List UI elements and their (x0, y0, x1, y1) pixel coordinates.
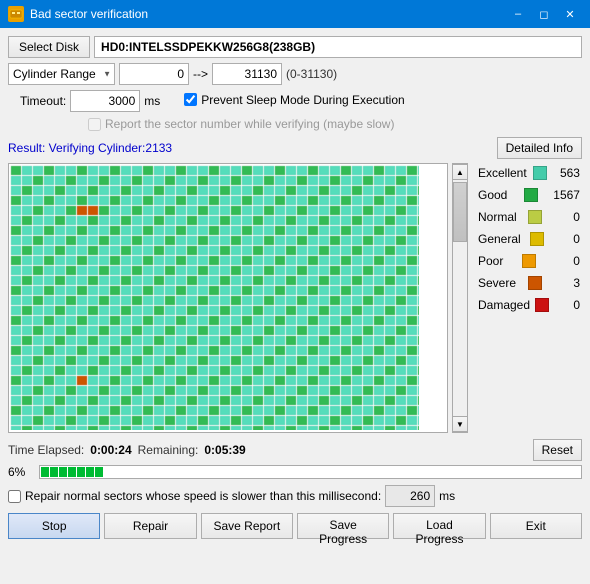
legend-count: 0 (550, 254, 580, 268)
legend-label: Severe (478, 276, 516, 290)
legend-color-box (522, 254, 536, 268)
progress-segment (77, 467, 85, 477)
progress-segment (50, 467, 58, 477)
legend-count: 563 (550, 166, 580, 180)
legend-item: Excellent 563 (476, 163, 582, 183)
legend-color-box (528, 276, 542, 290)
scroll-down-arrow[interactable]: ▼ (452, 416, 468, 432)
range-info: (0-31130) (286, 67, 337, 81)
progress-segment (86, 467, 94, 477)
scrollbar[interactable]: ▲ ▼ (452, 163, 468, 433)
sector-grid-container (8, 163, 448, 433)
report-sector-checkbox[interactable] (88, 118, 101, 131)
exit-button[interactable]: Exit (490, 513, 582, 539)
timeout-row: Timeout: ms Prevent Sleep Mode During Ex… (8, 90, 582, 112)
legend-item: General 0 (476, 229, 582, 249)
legend-count: 0 (550, 232, 580, 246)
cylinder-range-select[interactable]: Cylinder Range (8, 63, 115, 85)
load-progress-button[interactable]: Load Progress (393, 513, 485, 539)
report-sector-label: Report the sector number while verifying… (105, 117, 394, 131)
remaining-value: 0:05:39 (204, 443, 245, 457)
result-text: Result: Verifying Cylinder:2133 (8, 141, 172, 155)
progress-bar-inner (41, 467, 580, 477)
repair-ms-input[interactable] (385, 485, 435, 507)
title-bar-left: Bad sector verification (8, 6, 148, 22)
progress-bar (39, 465, 582, 479)
legend-color-box (530, 232, 544, 246)
legend-color-box (528, 210, 542, 224)
timeout-input[interactable] (70, 90, 140, 112)
repair-label[interactable]: Repair normal sectors whose speed is slo… (25, 489, 381, 503)
legend-count: 1567 (550, 188, 580, 202)
progress-segment (68, 467, 76, 477)
legend-item: Severe 3 (476, 273, 582, 293)
detailed-info-button[interactable]: Detailed Info (497, 137, 582, 159)
maximize-button[interactable]: ◻ (532, 4, 556, 24)
repair-row: Repair normal sectors whose speed is slo… (8, 485, 582, 507)
close-button[interactable]: ✕ (558, 4, 582, 24)
progress-row: 6% (8, 465, 582, 479)
legend-area: Excellent 563 Good 1567 Normal 0 General… (472, 163, 582, 433)
scroll-up-arrow[interactable]: ▲ (452, 164, 468, 180)
minimize-button[interactable]: – (506, 4, 530, 24)
time-row: Time Elapsed: 0:00:24 Remaining: 0:05:39… (8, 439, 582, 461)
legend-label: Damaged (478, 298, 530, 312)
legend-label: Excellent (478, 166, 527, 180)
progress-segment (59, 467, 67, 477)
repair-ms-label: ms (439, 489, 455, 503)
legend-count: 0 (550, 210, 580, 224)
reset-button[interactable]: Reset (533, 439, 582, 461)
window-title: Bad sector verification (30, 7, 148, 21)
sector-canvas (9, 164, 419, 430)
timeout-ms-label: ms (144, 94, 160, 108)
disk-value: HD0:INTELSSDPEKKW256G8(238GB) (94, 36, 582, 58)
time-elapsed-value: 0:00:24 (90, 443, 131, 457)
range-end-input[interactable] (212, 63, 282, 85)
legend-item: Normal 0 (476, 207, 582, 227)
cylinder-range-select-wrapper[interactable]: Cylinder Range (8, 63, 115, 85)
save-report-button[interactable]: Save Report (201, 513, 293, 539)
progress-segment (95, 467, 103, 477)
time-elapsed-label: Time Elapsed: (8, 443, 84, 457)
app-icon (8, 6, 24, 22)
result-bar: Result: Verifying Cylinder:2133 Detailed… (8, 137, 582, 159)
scroll-thumb[interactable] (453, 182, 467, 242)
main-content: Select Disk HD0:INTELSSDPEKKW256G8(238GB… (0, 28, 590, 584)
save-progress-button[interactable]: Save Progress (297, 513, 389, 539)
legend-label: General (478, 232, 521, 246)
remaining-label: Remaining: (138, 443, 199, 457)
stop-button[interactable]: Stop (8, 513, 100, 539)
legend-color-box (533, 166, 547, 180)
timeout-label: Timeout: (20, 94, 66, 108)
legend-item: Poor 0 (476, 251, 582, 271)
prevent-sleep-label[interactable]: Prevent Sleep Mode During Execution (201, 93, 404, 107)
legend-color-box (524, 188, 538, 202)
visualization-area: ▲ ▼ Excellent 563 Good 1567 Normal 0 Gen… (8, 163, 582, 433)
prevent-sleep-row: Prevent Sleep Mode During Execution (184, 93, 404, 107)
legend-count: 3 (550, 276, 580, 290)
repair-button[interactable]: Repair (104, 513, 196, 539)
prevent-sleep-checkbox[interactable] (184, 93, 197, 106)
range-row: Cylinder Range --> (0-31130) (8, 63, 582, 85)
progress-segment (41, 467, 49, 477)
legend-item: Damaged 0 (476, 295, 582, 315)
select-disk-button[interactable]: Select Disk (8, 36, 90, 58)
bottom-buttons: Stop Repair Save Report Save Progress Lo… (8, 513, 582, 539)
legend-label: Good (478, 188, 507, 202)
progress-percent: 6% (8, 465, 33, 479)
legend-color-box (535, 298, 549, 312)
range-arrow: --> (193, 67, 208, 81)
repair-checkbox[interactable] (8, 490, 21, 503)
title-bar: Bad sector verification – ◻ ✕ (0, 0, 590, 28)
disk-row: Select Disk HD0:INTELSSDPEKKW256G8(238GB… (8, 36, 582, 58)
legend-label: Normal (478, 210, 517, 224)
legend-item: Good 1567 (476, 185, 582, 205)
report-sector-row: Report the sector number while verifying… (88, 117, 582, 131)
window-controls[interactable]: – ◻ ✕ (506, 4, 582, 24)
legend-label: Poor (478, 254, 503, 268)
legend-count: 0 (550, 298, 580, 312)
range-start-input[interactable] (119, 63, 189, 85)
